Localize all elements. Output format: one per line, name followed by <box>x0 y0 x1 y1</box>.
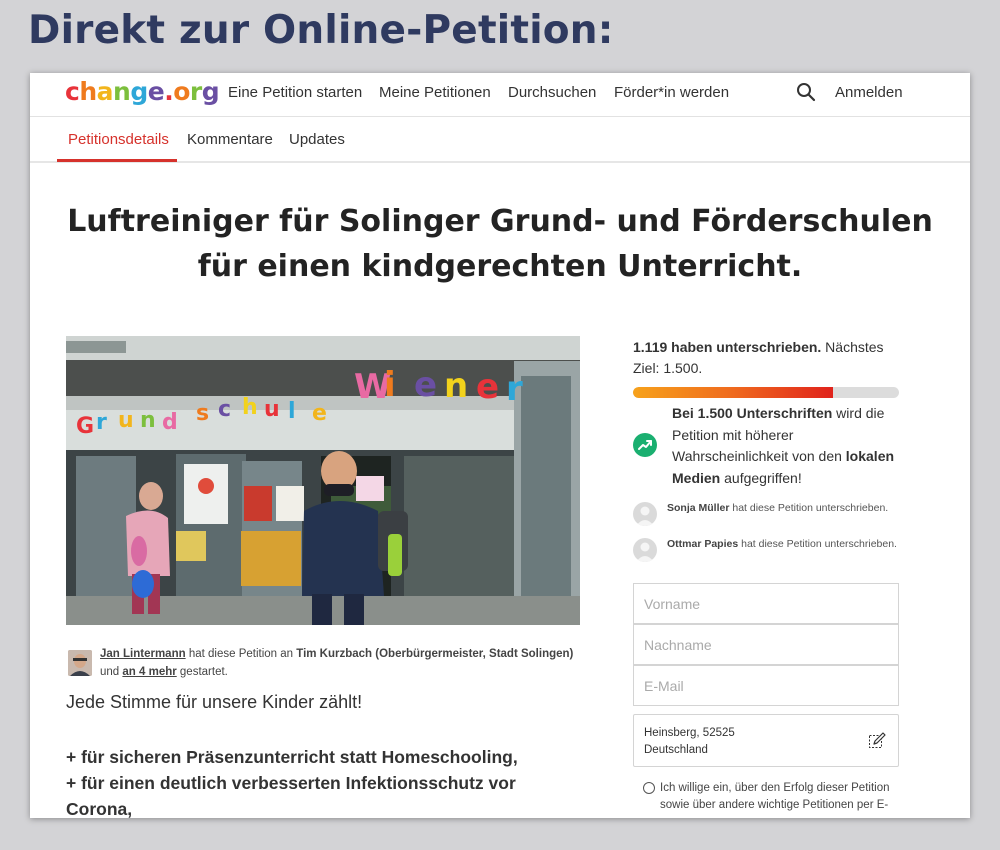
author-text-3: gestartet. <box>176 666 228 678</box>
edit-pencil-icon[interactable] <box>868 732 886 750</box>
logo-letter: . <box>164 77 174 106</box>
consent-radio[interactable] <box>643 782 655 794</box>
author-text-2: und <box>100 666 123 678</box>
logo-letter: e <box>147 77 165 106</box>
last-name-input[interactable] <box>633 624 899 665</box>
petition-lead-text: Jede Stimme für unsere Kinder zählt! <box>66 692 363 712</box>
signer-avatar <box>633 538 657 562</box>
nav-become-member[interactable]: Förder*in werden <box>614 84 729 101</box>
logo-letter: h <box>79 77 97 106</box>
sign-letter: u <box>118 408 134 433</box>
signature-progress-fill <box>633 387 833 398</box>
signer-text: Ottmar Papies hat diese Petition untersc… <box>667 537 897 551</box>
sign-letter: d <box>162 410 178 435</box>
petition-title-line-2: für einen kindgerechten Unterricht. <box>197 249 803 284</box>
browser-screenshot: change.org Eine Petition starten Meine P… <box>30 73 970 818</box>
sign-letter: G <box>76 414 94 439</box>
bullet-2: + für einen deutlich verbesserten Infekt… <box>66 773 516 793</box>
logo-letter: a <box>96 77 114 106</box>
petition-recipient: Tim Kurzbach (Oberbürgermeister, Stadt S… <box>296 648 574 660</box>
location-text: Heinsberg, 52525 Deutschland <box>644 725 735 759</box>
signer-action: hat diese Petition unterschrieben. <box>729 502 889 514</box>
author-info: Jan Lintermann hat diese Petition an Tim… <box>100 645 580 681</box>
logo-letter: n <box>113 77 131 106</box>
author-avatar[interactable] <box>68 650 92 676</box>
bullet-1: + für sicheren Präsenzunterricht statt H… <box>66 747 518 767</box>
location-field[interactable]: Heinsberg, 52525 Deutschland <box>633 714 899 767</box>
first-name-input[interactable] <box>633 583 899 624</box>
signer-name: Sonja Müller <box>667 502 730 514</box>
sign-letter: s <box>196 401 209 426</box>
goal-bold-1: Bei 1.500 Unterschriften <box>672 405 833 421</box>
logo-letter: o <box>173 77 190 106</box>
goal-message: Bei 1.500 Unterschriften wird die Petiti… <box>672 403 912 489</box>
sign-letter: u <box>264 397 280 422</box>
sign-letter: n <box>444 366 468 406</box>
sign-letter: e <box>312 401 327 426</box>
sign-letter: h <box>242 395 258 420</box>
email-input[interactable] <box>633 665 899 706</box>
author-name-link[interactable]: Jan Lintermann <box>100 648 186 660</box>
change-org-logo[interactable]: change.org <box>65 77 220 106</box>
sign-letter: r <box>506 369 523 409</box>
signature-count: 1.119 haben unterschrieben. Nächstes Zie… <box>633 337 903 379</box>
tab-updates[interactable]: Updates <box>289 131 345 148</box>
sign-letter: r <box>96 410 107 435</box>
goal-text-2: aufgegriffen! <box>720 469 802 486</box>
logo-letter: c <box>65 77 80 106</box>
sign-letter: i <box>384 365 396 405</box>
location-country: Deutschland <box>644 744 708 756</box>
author-text-1: hat diese Petition an <box>185 648 297 660</box>
petition-bullets: + für sicheren Präsenzunterricht statt H… <box>66 744 536 818</box>
signer-avatar <box>633 502 657 526</box>
sign-letter: e <box>414 365 437 405</box>
more-recipients-link[interactable]: an 4 mehr <box>122 666 176 678</box>
login-link[interactable]: Anmelden <box>835 84 903 101</box>
active-tab-indicator <box>57 159 177 162</box>
sign-letter: n <box>140 408 156 433</box>
nav-browse[interactable]: Durchsuchen <box>508 84 596 101</box>
consent-text: Ich willige ein, über den Erfolg dieser … <box>660 782 890 811</box>
nav-my-petitions[interactable]: Meine Petitionen <box>379 84 491 101</box>
petition-title-line-1: Luftreiniger für Solinger Grund- und För… <box>67 204 933 239</box>
search-icon[interactable] <box>796 82 816 102</box>
trending-up-icon <box>633 433 657 457</box>
tab-comments[interactable]: Kommentare <box>187 131 273 148</box>
location-city: Heinsberg, 52525 <box>644 727 735 739</box>
outer-heading: Direkt zur Online-Petition: <box>28 8 614 53</box>
logo-letter: g <box>130 77 148 106</box>
signer-text: Sonja Müller hat diese Petition untersch… <box>667 501 897 515</box>
logo-letter: g <box>201 77 220 106</box>
sign-letter: e <box>476 367 499 407</box>
petition-tabs: Petitionsdetails Kommentare Updates <box>30 117 970 163</box>
bullet-3: Corona, <box>66 799 133 818</box>
logo-letter: r <box>189 77 202 106</box>
sign-letter: c <box>218 397 231 422</box>
signature-count-bold: 1.119 haben unterschrieben. <box>633 339 822 355</box>
petition-photo: Gr u n d s c h u l eWi e n e r <box>66 336 580 625</box>
tab-petition-details[interactable]: Petitionsdetails <box>68 131 169 148</box>
signature-progress-bar <box>633 387 899 398</box>
nav-start-petition[interactable]: Eine Petition starten <box>228 84 362 101</box>
petition-title: Luftreiniger für Solinger Grund- und För… <box>30 199 970 289</box>
signer-name: Ottmar Papies <box>667 538 739 550</box>
sign-letter: l <box>288 399 296 424</box>
signer-action: hat diese Petition unterschrieben. <box>738 538 897 550</box>
top-navigation: change.org Eine Petition starten Meine P… <box>30 73 970 117</box>
